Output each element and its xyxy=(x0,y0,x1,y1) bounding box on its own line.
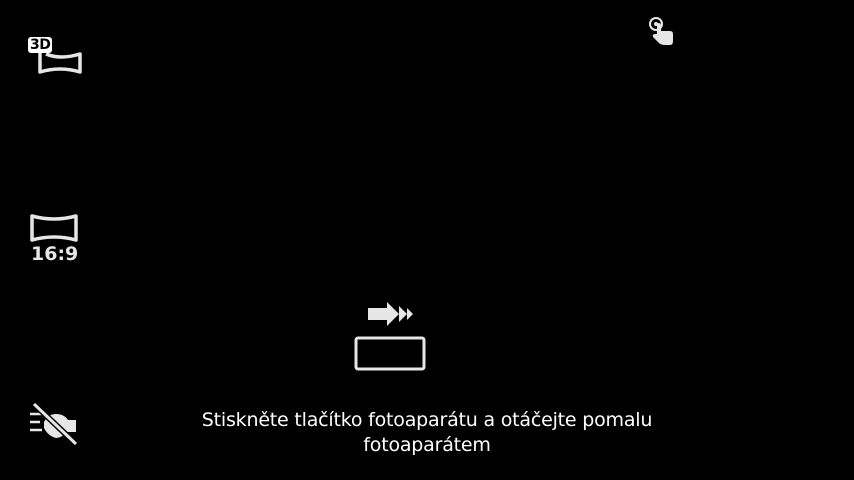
3d-badge-label: 3D xyxy=(28,37,53,53)
instruction-hint: Stiskněte tlačítko fotoaparátu a otáčejt… xyxy=(201,409,653,456)
3d-panorama-button[interactable]: 3D xyxy=(22,32,86,82)
aspect-ratio-label: 16:9 xyxy=(31,243,79,265)
flash-off-icon xyxy=(30,401,79,447)
aspect-ratio-button[interactable]: 16:9 xyxy=(22,210,86,270)
sweep-direction-indicator xyxy=(350,298,430,376)
touch-capture-icon xyxy=(649,17,673,45)
flash-mode-button[interactable] xyxy=(22,398,86,450)
sweep-direction-icon xyxy=(354,302,426,371)
touch-capture-button[interactable] xyxy=(640,12,682,50)
